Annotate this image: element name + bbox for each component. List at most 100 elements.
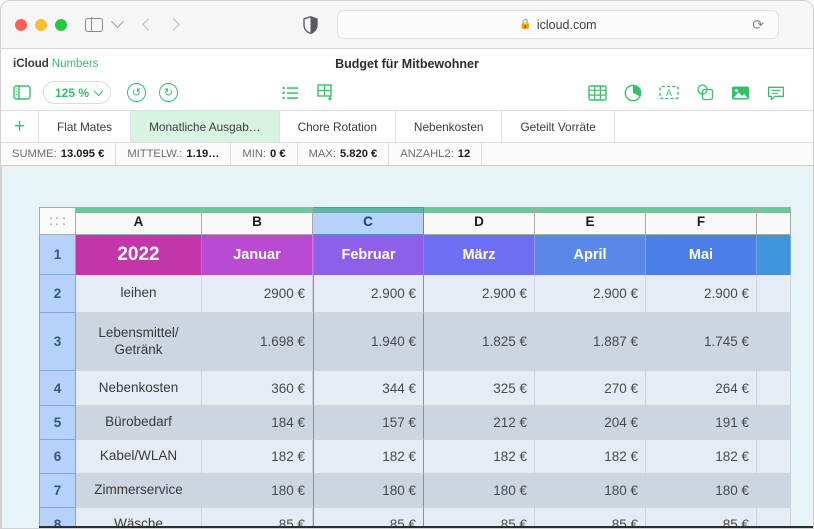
stat-summe[interactable]: SUMME:13.095 € <box>1 143 116 165</box>
cell-b5[interactable]: 184 € <box>202 406 313 440</box>
zoom-level-select[interactable]: 125 % <box>43 81 111 104</box>
stat-min[interactable]: MIN:0 € <box>231 143 297 165</box>
cell-d1[interactable]: März <box>424 235 535 275</box>
cell-e8[interactable]: 85 € <box>535 508 646 528</box>
cell-a1[interactable]: 2022 <box>76 235 202 275</box>
cell-g8[interactable] <box>757 508 791 528</box>
row-header-8[interactable]: 8 <box>39 508 76 528</box>
cell-d6[interactable]: 182 € <box>424 440 535 474</box>
chart-icon[interactable] <box>624 84 642 102</box>
maximize-window-button[interactable] <box>55 19 67 31</box>
cell-f3[interactable]: 1.745 € <box>646 313 757 371</box>
cell-a3[interactable]: Lebensmittel/ Getränk <box>76 313 202 371</box>
cell-f7[interactable]: 180 € <box>646 474 757 508</box>
cell-c5[interactable]: 157 € <box>313 406 424 440</box>
cell-d3[interactable]: 1.825 € <box>424 313 535 371</box>
sheet-tab-flat-mates[interactable]: Flat Mates <box>39 111 131 142</box>
column-header-b[interactable]: B <box>202 207 313 235</box>
cell-g3[interactable] <box>757 313 791 371</box>
cell-g6[interactable] <box>757 440 791 474</box>
cell-b1[interactable]: Januar <box>202 235 313 275</box>
close-window-button[interactable] <box>15 19 27 31</box>
privacy-shield-icon[interactable] <box>303 16 318 34</box>
back-arrow-icon[interactable] <box>142 18 155 31</box>
cell-g7[interactable] <box>757 474 791 508</box>
cell-b3[interactable]: 1.698 € <box>202 313 313 371</box>
chevron-down-icon[interactable] <box>111 15 124 28</box>
cell-g5[interactable] <box>757 406 791 440</box>
sheet-tab-monatliche-ausgaben[interactable]: Monatliche Ausgab… <box>131 111 279 142</box>
row-header-5[interactable]: 5 <box>39 406 76 440</box>
cell-f2[interactable]: 2.900 € <box>646 275 757 313</box>
cell-f5[interactable]: 191 € <box>646 406 757 440</box>
cell-e7[interactable]: 180 € <box>535 474 646 508</box>
brand[interactable]: iCloudNumbers <box>13 58 98 70</box>
column-header-g[interactable] <box>757 207 791 235</box>
redo-icon[interactable]: ↻ <box>159 83 178 102</box>
cell-a6[interactable]: Kabel/WLAN <box>76 440 202 474</box>
image-icon[interactable] <box>731 85 750 101</box>
cell-a7[interactable]: Zimmerservice <box>76 474 202 508</box>
column-header-e[interactable]: E <box>535 207 646 235</box>
cell-c2[interactable]: 2.900 € <box>313 275 424 313</box>
add-sheet-button[interactable]: + <box>1 111 39 142</box>
list-icon[interactable] <box>282 86 299 100</box>
cell-g2[interactable] <box>757 275 791 313</box>
cell-c4[interactable]: 344 € <box>313 371 424 406</box>
forward-arrow-icon[interactable] <box>167 18 180 31</box>
cell-g4[interactable] <box>757 371 791 406</box>
row-header-1[interactable]: 1 <box>39 235 76 275</box>
cell-b8[interactable]: 85 € <box>202 508 313 528</box>
column-header-d[interactable]: D <box>424 207 535 235</box>
cell-b7[interactable]: 180 € <box>202 474 313 508</box>
minimize-window-button[interactable] <box>35 19 47 31</box>
cell-e2[interactable]: 2.900 € <box>535 275 646 313</box>
cell-d2[interactable]: 2.900 € <box>424 275 535 313</box>
sheet-tab-chore-rotation[interactable]: Chore Rotation <box>280 111 396 142</box>
sheet-canvas[interactable]: A B C D E F 1 2022 Januar Februar März A… <box>1 166 813 528</box>
cell-b4[interactable]: 360 € <box>202 371 313 406</box>
cell-e4[interactable]: 270 € <box>535 371 646 406</box>
row-header-6[interactable]: 6 <box>39 440 76 474</box>
stat-anzahl2[interactable]: ANZAHL2:12 <box>389 143 482 165</box>
row-header-4[interactable]: 4 <box>39 371 76 406</box>
column-header-f[interactable]: F <box>646 207 757 235</box>
cell-e3[interactable]: 1.887 € <box>535 313 646 371</box>
sidebar-icon[interactable] <box>13 85 31 100</box>
sheet-tab-geteilt-vorraete[interactable]: Geteilt Vorräte <box>502 111 614 142</box>
cell-a4[interactable]: Nebenkosten <box>76 371 202 406</box>
cell-f4[interactable]: 264 € <box>646 371 757 406</box>
reload-icon[interactable]: ⟳ <box>752 16 764 33</box>
table-icon[interactable] <box>588 85 607 101</box>
row-header-2[interactable]: 2 <box>39 275 76 313</box>
text-box-icon[interactable]: A <box>659 85 679 100</box>
cell-d5[interactable]: 212 € <box>424 406 535 440</box>
cell-a8[interactable]: Wäsche <box>76 508 202 528</box>
cell-f1[interactable]: Mai <box>646 235 757 275</box>
stat-max[interactable]: MAX:5.820 € <box>298 143 390 165</box>
cell-b2[interactable]: 2900 € <box>202 275 313 313</box>
cell-b6[interactable]: 182 € <box>202 440 313 474</box>
cell-g1[interactable] <box>757 235 791 275</box>
column-header-a[interactable]: A <box>76 207 202 235</box>
cell-e1[interactable]: April <box>535 235 646 275</box>
cell-c1[interactable]: Februar <box>313 235 424 275</box>
cell-c7[interactable]: 180 € <box>313 474 424 508</box>
undo-icon[interactable]: ↺ <box>127 83 146 102</box>
comment-icon[interactable] <box>767 85 785 101</box>
cell-a5[interactable]: Bürobedarf <box>76 406 202 440</box>
stat-mittelwert[interactable]: MITTELW.:1.19… <box>116 143 231 165</box>
cell-a2[interactable]: leihen <box>76 275 202 313</box>
cell-d8[interactable]: 85 € <box>424 508 535 528</box>
column-header-c[interactable]: C <box>313 207 424 235</box>
sheet-tab-nebenkosten[interactable]: Nebenkosten <box>396 111 503 142</box>
row-header-3[interactable]: 3 <box>39 313 76 371</box>
shape-icon[interactable] <box>696 84 714 101</box>
cell-c6[interactable]: 182 € <box>313 440 424 474</box>
insert-row-icon[interactable] <box>317 84 335 101</box>
cell-c3[interactable]: 1.940 € <box>313 313 424 371</box>
cell-d4[interactable]: 325 € <box>424 371 535 406</box>
sidebar-toggle-icon[interactable] <box>85 18 103 32</box>
cell-f6[interactable]: 182 € <box>646 440 757 474</box>
cell-f8[interactable]: 85 € <box>646 508 757 528</box>
